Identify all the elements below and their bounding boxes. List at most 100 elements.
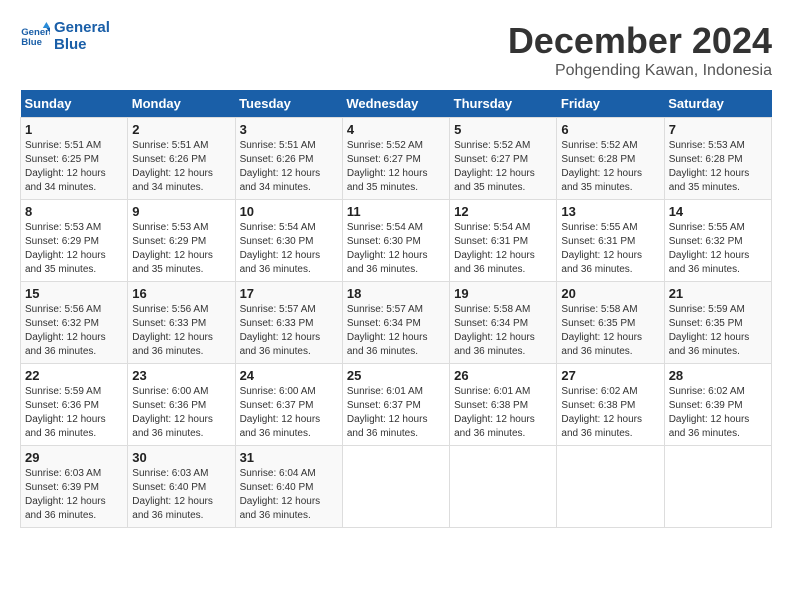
day-info: Sunrise: 6:02 AM Sunset: 6:38 PM Dayligh… <box>561 385 659 441</box>
day-cell: 7 Sunrise: 5:53 AM Sunset: 6:28 PM Daylig… <box>664 118 771 200</box>
week-row-5: 29 Sunrise: 6:03 AM Sunset: 6:39 PM Dayli… <box>21 446 772 528</box>
subtitle: Pohgending Kawan, Indonesia <box>508 62 772 80</box>
day-info: Sunrise: 5:58 AM Sunset: 6:34 PM Dayligh… <box>454 303 552 359</box>
day-info: Sunrise: 6:01 AM Sunset: 6:37 PM Dayligh… <box>347 385 445 441</box>
day-number: 22 <box>25 368 123 383</box>
day-cell: 3 Sunrise: 5:51 AM Sunset: 6:26 PM Daylig… <box>235 118 342 200</box>
day-info: Sunrise: 5:57 AM Sunset: 6:33 PM Dayligh… <box>240 303 338 359</box>
day-number: 7 <box>669 122 767 137</box>
day-number: 12 <box>454 204 552 219</box>
header-row: SundayMondayTuesdayWednesdayThursdayFrid… <box>21 90 772 118</box>
day-cell: 17 Sunrise: 5:57 AM Sunset: 6:33 PM Dayli… <box>235 282 342 364</box>
day-info: Sunrise: 5:51 AM Sunset: 6:26 PM Dayligh… <box>240 139 338 195</box>
day-cell: 10Sunrise: 5:54 AM Sunset: 6:30 PM Dayli… <box>235 200 342 282</box>
col-header-thursday: Thursday <box>450 90 557 118</box>
day-number: 13 <box>561 204 659 219</box>
day-cell: 9Sunrise: 5:53 AM Sunset: 6:29 PM Daylig… <box>128 200 235 282</box>
day-cell: 14 Sunrise: 5:55 AM Sunset: 6:32 PM Dayli… <box>664 200 771 282</box>
day-number: 1 <box>25 122 123 137</box>
day-number: 31 <box>240 450 338 465</box>
day-cell: 19 Sunrise: 5:58 AM Sunset: 6:34 PM Dayli… <box>450 282 557 364</box>
day-cell: 22 Sunrise: 5:59 AM Sunset: 6:36 PM Dayli… <box>21 364 128 446</box>
logo-icon: General Blue <box>20 22 50 52</box>
week-row-4: 22 Sunrise: 5:59 AM Sunset: 6:36 PM Dayli… <box>21 364 772 446</box>
day-cell: 2 Sunrise: 5:51 AM Sunset: 6:26 PM Daylig… <box>128 118 235 200</box>
day-cell: 12 Sunrise: 5:54 AM Sunset: 6:31 PM Dayli… <box>450 200 557 282</box>
day-number: 14 <box>669 204 767 219</box>
main-title: December 2024 <box>508 20 772 62</box>
day-info: Sunrise: 5:52 AM Sunset: 6:27 PM Dayligh… <box>347 139 445 195</box>
day-cell: 28 Sunrise: 6:02 AM Sunset: 6:39 PM Dayli… <box>664 364 771 446</box>
day-info: Sunrise: 5:51 AM Sunset: 6:25 PM Dayligh… <box>25 139 123 195</box>
day-number: 8 <box>25 204 123 219</box>
day-info: Sunrise: 6:03 AM Sunset: 6:39 PM Dayligh… <box>25 467 123 523</box>
day-cell: 21 Sunrise: 5:59 AM Sunset: 6:35 PM Dayli… <box>664 282 771 364</box>
title-section: December 2024 Pohgending Kawan, Indonesi… <box>508 20 772 80</box>
day-info: Sunrise: 5:59 AM Sunset: 6:35 PM Dayligh… <box>669 303 767 359</box>
day-info: Sunrise: 6:02 AM Sunset: 6:39 PM Dayligh… <box>669 385 767 441</box>
day-cell: 11 Sunrise: 5:54 AM Sunset: 6:30 PM Dayli… <box>342 200 449 282</box>
logo-line1: General <box>54 20 110 37</box>
day-cell <box>664 446 771 528</box>
day-cell: 31Sunrise: 6:04 AM Sunset: 6:40 PM Dayli… <box>235 446 342 528</box>
day-info: Sunrise: 5:59 AM Sunset: 6:36 PM Dayligh… <box>25 385 123 441</box>
day-number: 2 <box>132 122 230 137</box>
day-cell: 5Sunrise: 5:52 AM Sunset: 6:27 PM Daylig… <box>450 118 557 200</box>
day-cell: 15 Sunrise: 5:56 AM Sunset: 6:32 PM Dayli… <box>21 282 128 364</box>
day-cell: 16 Sunrise: 5:56 AM Sunset: 6:33 PM Dayli… <box>128 282 235 364</box>
day-number: 9 <box>132 204 230 219</box>
day-number: 26 <box>454 368 552 383</box>
day-cell: 13 Sunrise: 5:55 AM Sunset: 6:31 PM Dayli… <box>557 200 664 282</box>
day-cell: 24Sunrise: 6:00 AM Sunset: 6:37 PM Dayli… <box>235 364 342 446</box>
day-number: 3 <box>240 122 338 137</box>
day-info: Sunrise: 5:55 AM Sunset: 6:31 PM Dayligh… <box>561 221 659 277</box>
day-info: Sunrise: 5:52 AM Sunset: 6:28 PM Dayligh… <box>561 139 659 195</box>
logo: General Blue General Blue <box>20 20 110 53</box>
col-header-friday: Friday <box>557 90 664 118</box>
day-cell: 26 Sunrise: 6:01 AM Sunset: 6:38 PM Dayli… <box>450 364 557 446</box>
col-header-tuesday: Tuesday <box>235 90 342 118</box>
day-number: 4 <box>347 122 445 137</box>
day-cell: 20 Sunrise: 5:58 AM Sunset: 6:35 PM Dayli… <box>557 282 664 364</box>
svg-text:Blue: Blue <box>21 36 42 47</box>
col-header-wednesday: Wednesday <box>342 90 449 118</box>
day-info: Sunrise: 6:00 AM Sunset: 6:36 PM Dayligh… <box>132 385 230 441</box>
day-info: Sunrise: 5:54 AM Sunset: 6:30 PM Dayligh… <box>347 221 445 277</box>
day-info: Sunrise: 6:01 AM Sunset: 6:38 PM Dayligh… <box>454 385 552 441</box>
day-cell <box>557 446 664 528</box>
day-number: 20 <box>561 286 659 301</box>
day-cell: 25Sunrise: 6:01 AM Sunset: 6:37 PM Dayli… <box>342 364 449 446</box>
day-info: Sunrise: 5:56 AM Sunset: 6:33 PM Dayligh… <box>132 303 230 359</box>
week-row-2: 8Sunrise: 5:53 AM Sunset: 6:29 PM Daylig… <box>21 200 772 282</box>
day-number: 16 <box>132 286 230 301</box>
week-row-3: 15 Sunrise: 5:56 AM Sunset: 6:32 PM Dayli… <box>21 282 772 364</box>
logo-line2: Blue <box>54 37 110 54</box>
day-cell: 29 Sunrise: 6:03 AM Sunset: 6:39 PM Dayli… <box>21 446 128 528</box>
day-info: Sunrise: 5:53 AM Sunset: 6:28 PM Dayligh… <box>669 139 767 195</box>
day-number: 6 <box>561 122 659 137</box>
col-header-monday: Monday <box>128 90 235 118</box>
day-cell: 4 Sunrise: 5:52 AM Sunset: 6:27 PM Daylig… <box>342 118 449 200</box>
day-number: 17 <box>240 286 338 301</box>
day-number: 19 <box>454 286 552 301</box>
day-info: Sunrise: 5:51 AM Sunset: 6:26 PM Dayligh… <box>132 139 230 195</box>
day-cell: 8Sunrise: 5:53 AM Sunset: 6:29 PM Daylig… <box>21 200 128 282</box>
day-number: 24 <box>240 368 338 383</box>
week-row-1: 1 Sunrise: 5:51 AM Sunset: 6:25 PM Daylig… <box>21 118 772 200</box>
day-info: Sunrise: 5:54 AM Sunset: 6:30 PM Dayligh… <box>240 221 338 277</box>
day-number: 15 <box>25 286 123 301</box>
day-info: Sunrise: 5:56 AM Sunset: 6:32 PM Dayligh… <box>25 303 123 359</box>
day-info: Sunrise: 5:54 AM Sunset: 6:31 PM Dayligh… <box>454 221 552 277</box>
day-number: 28 <box>669 368 767 383</box>
day-cell <box>342 446 449 528</box>
day-number: 5 <box>454 122 552 137</box>
day-info: Sunrise: 5:57 AM Sunset: 6:34 PM Dayligh… <box>347 303 445 359</box>
day-cell: 6 Sunrise: 5:52 AM Sunset: 6:28 PM Daylig… <box>557 118 664 200</box>
day-number: 11 <box>347 204 445 219</box>
day-info: Sunrise: 5:55 AM Sunset: 6:32 PM Dayligh… <box>669 221 767 277</box>
day-number: 21 <box>669 286 767 301</box>
day-number: 29 <box>25 450 123 465</box>
day-cell: 30Sunrise: 6:03 AM Sunset: 6:40 PM Dayli… <box>128 446 235 528</box>
day-info: Sunrise: 5:58 AM Sunset: 6:35 PM Dayligh… <box>561 303 659 359</box>
day-number: 18 <box>347 286 445 301</box>
